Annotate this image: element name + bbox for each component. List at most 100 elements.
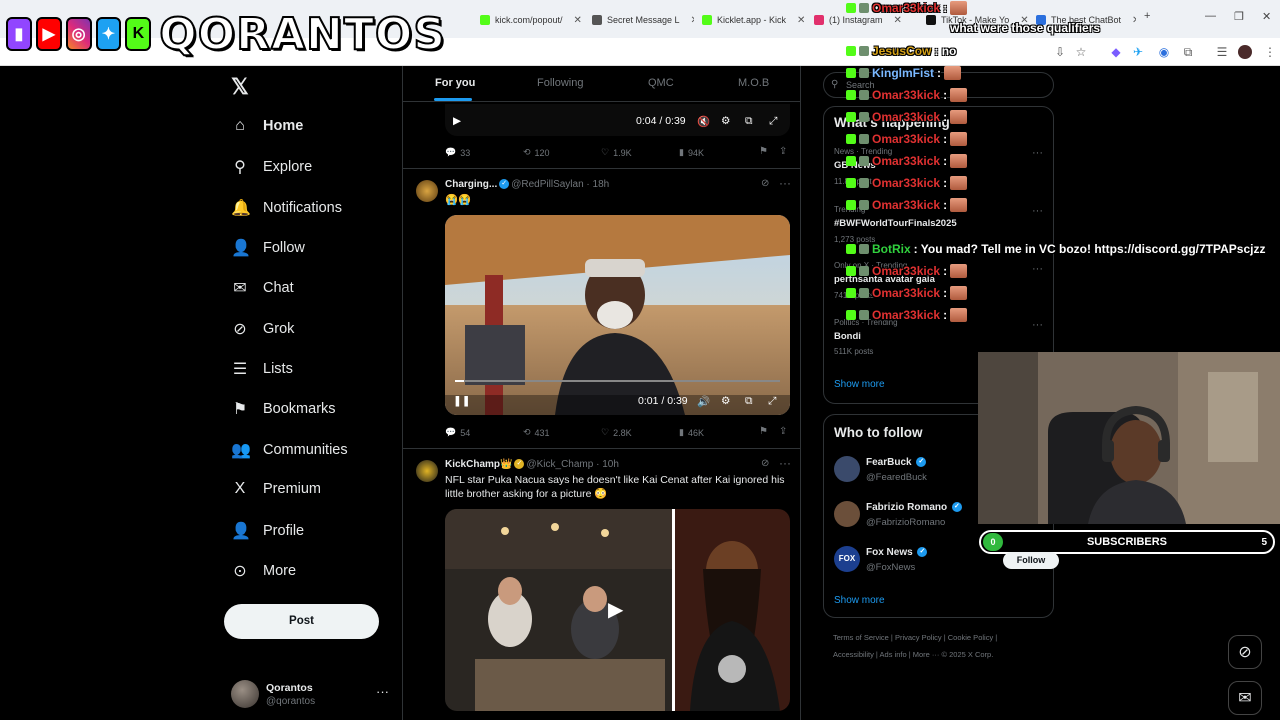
browser-tab[interactable]: kick.com/popout/ ✕ xyxy=(480,8,584,32)
reply-action[interactable]: 💬 54 xyxy=(445,427,470,438)
extension-icon[interactable]: ◉ xyxy=(1156,44,1172,60)
extension-icon[interactable]: ✈ xyxy=(1130,44,1146,60)
post-button[interactable]: Post xyxy=(224,604,379,639)
author-handle[interactable]: @RedPillSaylan · 18h xyxy=(511,179,609,190)
close-window-icon[interactable]: ✕ xyxy=(1262,10,1271,23)
grok-analyze-icon[interactable]: ⊘ xyxy=(761,458,769,469)
video-player[interactable] xyxy=(445,215,790,415)
suggested-account-handle[interactable]: @FabrizioRomano xyxy=(866,517,945,528)
picture-in-picture-icon[interactable]: ⧉ xyxy=(745,110,753,132)
sidebar-item-profile[interactable]: 👤 Profile xyxy=(231,521,304,541)
views-action[interactable]: ▮ 46K xyxy=(679,427,704,438)
suggested-account-name[interactable]: Fox News ✓ xyxy=(866,547,929,558)
extensions-puzzle-icon[interactable]: ⧉ xyxy=(1180,44,1196,60)
new-tab-button[interactable]: + xyxy=(1144,10,1150,22)
account-switcher[interactable]: Qorantos @qorantos ··· xyxy=(231,680,391,710)
sidebar-item-follow[interactable]: 👤 Follow xyxy=(231,238,305,258)
install-app-icon[interactable]: ⇩ xyxy=(1052,44,1068,60)
video-player[interactable] xyxy=(445,104,790,136)
close-tab-icon[interactable]: ✕ xyxy=(574,15,582,26)
tab-mob[interactable]: M.O.B xyxy=(738,77,769,89)
sidebar-item-lists[interactable]: ☰ Lists xyxy=(231,359,293,379)
suggested-account-name[interactable]: FearBuck ✓ xyxy=(866,457,928,468)
minimize-icon[interactable]: — xyxy=(1205,10,1216,22)
settings-icon[interactable]: ⚙ xyxy=(721,110,730,132)
tab-following[interactable]: Following xyxy=(537,77,583,89)
tab-for-you[interactable]: For you xyxy=(435,77,475,89)
mute-icon[interactable]: 🔇 xyxy=(697,110,710,132)
sidebar-item-explore[interactable]: ⚲ Explore xyxy=(231,157,312,177)
footer-links[interactable]: Accessibility | Ads info | More ··· © 20… xyxy=(833,650,993,659)
sidebar-item-premium[interactable]: X Premium xyxy=(231,480,321,498)
more-icon[interactable]: ··· xyxy=(1032,263,1043,275)
suggested-account-handle[interactable]: @FearedBuck xyxy=(866,472,927,483)
picture-in-picture-icon[interactable]: ⧉ xyxy=(745,390,753,412)
avatar[interactable] xyxy=(834,501,860,527)
author-name[interactable]: KickChamp👑 xyxy=(445,459,512,470)
more-icon[interactable]: ··· xyxy=(1032,319,1043,331)
play-icon[interactable]: ▶ xyxy=(453,110,461,132)
messages-float-icon[interactable]: ✉ xyxy=(1228,681,1262,715)
more-icon[interactable]: ··· xyxy=(1032,205,1043,217)
browser-tab[interactable]: Kicklet.app - Kick ✕ xyxy=(702,8,806,32)
chat-emote-icon xyxy=(950,264,968,278)
trend-name[interactable]: Bondi xyxy=(834,331,861,342)
share-icon[interactable]: ⇪ xyxy=(779,146,787,157)
close-tab-icon[interactable]: ✕ xyxy=(797,15,805,26)
pause-icon[interactable]: ❚❚ xyxy=(453,390,471,412)
follow-button[interactable]: Follow xyxy=(1003,552,1059,569)
avatar[interactable] xyxy=(834,456,860,482)
sidebar-item-label: More xyxy=(263,563,297,579)
bookmark-star-icon[interactable]: ☆ xyxy=(1073,44,1089,60)
browser-profile-avatar[interactable] xyxy=(1238,45,1252,59)
more-icon[interactable]: ··· xyxy=(376,684,389,699)
trend-name[interactable]: #BWFWorldTourFinals2025 xyxy=(834,218,957,229)
x-logo-icon[interactable]: 𝕏 xyxy=(231,74,249,100)
show-more-link[interactable]: Show more xyxy=(834,379,885,390)
bookmark-icon[interactable]: ⚑ xyxy=(759,146,768,157)
sidebar-item-bookmarks[interactable]: ⚑ Bookmarks xyxy=(231,399,336,419)
footer-links[interactable]: Terms of Service | Privacy Policy | Cook… xyxy=(833,633,997,642)
browser-menu-icon[interactable]: ⋮ xyxy=(1262,44,1278,60)
share-icon[interactable]: ⇪ xyxy=(779,426,787,437)
views-action[interactable]: ▮ 94K xyxy=(679,147,704,158)
tab-qmc[interactable]: QMC xyxy=(648,77,674,89)
mute-icon[interactable]: 🔊 xyxy=(697,390,710,412)
close-tab-icon[interactable]: ✕ xyxy=(1132,15,1136,26)
sidebar-item-notifications[interactable]: 🔔 Notifications xyxy=(231,198,342,218)
settings-icon[interactable]: ⚙ xyxy=(721,390,730,412)
restore-icon[interactable]: ❐ xyxy=(1234,10,1244,23)
show-more-link[interactable]: Show more xyxy=(834,595,885,606)
extension-icon[interactable]: ◆ xyxy=(1108,44,1124,60)
sidebar-item-communities[interactable]: 👥 Communities xyxy=(231,440,348,460)
author-name[interactable]: Charging... xyxy=(445,179,497,190)
repost-action[interactable]: ⟲ 120 xyxy=(523,147,550,158)
suggested-account-name[interactable]: Fabrizio Romano ✓ xyxy=(866,502,964,513)
bookmark-icon[interactable]: ⚑ xyxy=(759,426,768,437)
more-icon[interactable]: ··· xyxy=(779,176,791,190)
sidebar-item-chat[interactable]: ✉ Chat xyxy=(231,278,293,298)
fullscreen-icon[interactable]: ⤢ xyxy=(769,110,777,132)
avatar[interactable] xyxy=(416,180,438,202)
close-tab-icon[interactable]: ✕ xyxy=(691,15,694,26)
grok-analyze-icon[interactable]: ⊘ xyxy=(761,178,769,189)
sidebar-item-grok[interactable]: ⊘ Grok xyxy=(231,319,294,339)
reading-list-icon[interactable]: ☰ xyxy=(1214,44,1230,60)
like-action[interactable]: ♡ 1.9K xyxy=(601,147,632,158)
suggested-account-handle[interactable]: @FoxNews xyxy=(866,562,915,573)
more-icon[interactable]: ··· xyxy=(1032,147,1043,159)
reply-action[interactable]: 💬 33 xyxy=(445,147,470,158)
browser-tab[interactable]: Secret Message L ✕ xyxy=(592,8,694,32)
like-action[interactable]: ♡ 2.8K xyxy=(601,427,632,438)
repost-action[interactable]: ⟲ 431 xyxy=(523,427,550,438)
grok-float-icon[interactable]: ⊘ xyxy=(1228,635,1262,669)
play-icon[interactable]: ▶ xyxy=(608,598,623,621)
fox-news-logo-icon[interactable]: FOX xyxy=(834,546,860,572)
avatar[interactable] xyxy=(416,460,438,482)
sidebar-item-more[interactable]: ⊙ More xyxy=(231,561,296,581)
author-handle[interactable]: @Kick_Champ · 10h xyxy=(526,459,618,470)
sidebar-item-home[interactable]: ⌂ Home xyxy=(231,117,303,135)
fullscreen-icon[interactable]: ⤢ xyxy=(768,390,776,412)
close-tab-icon[interactable]: ✕ xyxy=(894,15,902,26)
more-icon[interactable]: ··· xyxy=(779,456,791,470)
